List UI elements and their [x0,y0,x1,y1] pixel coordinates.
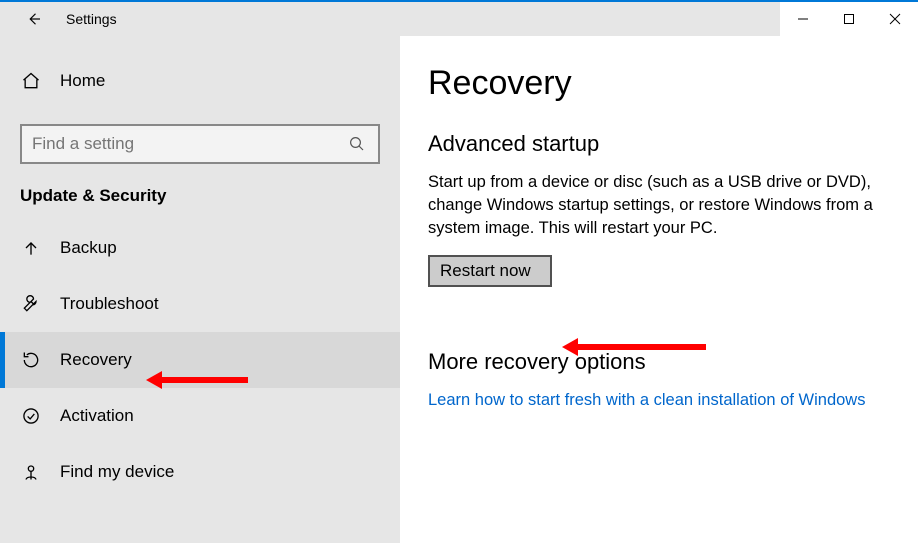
annotation-arrow [576,344,706,350]
restart-now-button[interactable]: Restart now [428,255,552,287]
home-icon [20,70,42,92]
sidebar-item-label: Find my device [60,462,174,482]
sidebar-item-backup[interactable]: Backup [0,220,400,276]
sidebar-item-label: Activation [60,406,134,426]
close-button[interactable] [872,2,918,36]
home-nav[interactable]: Home [0,60,400,102]
search-icon [346,133,368,155]
app-title: Settings [66,11,117,27]
search-field[interactable] [32,134,346,154]
activation-icon [20,405,42,427]
findmydevice-icon [20,461,42,483]
sidebar-item-label: Troubleshoot [60,294,159,314]
back-button[interactable] [20,5,48,33]
sidebar-item-findmydevice[interactable]: Find my device [0,444,400,500]
selection-accent [0,332,5,388]
sidebar-item-label: Recovery [60,350,132,370]
start-fresh-link[interactable]: Learn how to start fresh with a clean in… [428,389,865,412]
arrow-left-icon [23,8,45,30]
annotation-arrow [160,377,248,383]
search-input[interactable] [20,124,380,164]
maximize-button[interactable] [826,2,872,36]
sidebar-item-activation[interactable]: Activation [0,388,400,444]
page-title: Recovery [428,64,890,103]
minimize-button[interactable] [780,2,826,36]
category-heading: Update & Security [0,186,400,220]
troubleshoot-icon [20,293,42,315]
main-panel: Recovery Advanced startup Start up from … [400,36,918,543]
recovery-icon [20,349,42,371]
home-label: Home [60,71,105,91]
advanced-startup-body: Start up from a device or disc (such as … [428,171,888,239]
sidebar-item-troubleshoot[interactable]: Troubleshoot [0,276,400,332]
titlebar: Settings [0,2,918,36]
advanced-startup-heading: Advanced startup [428,131,890,157]
sidebar-item-label: Backup [60,238,117,258]
more-recovery-heading: More recovery options [428,349,890,375]
backup-icon [20,237,42,259]
sidebar: Home Update & Security Backup [0,36,400,543]
